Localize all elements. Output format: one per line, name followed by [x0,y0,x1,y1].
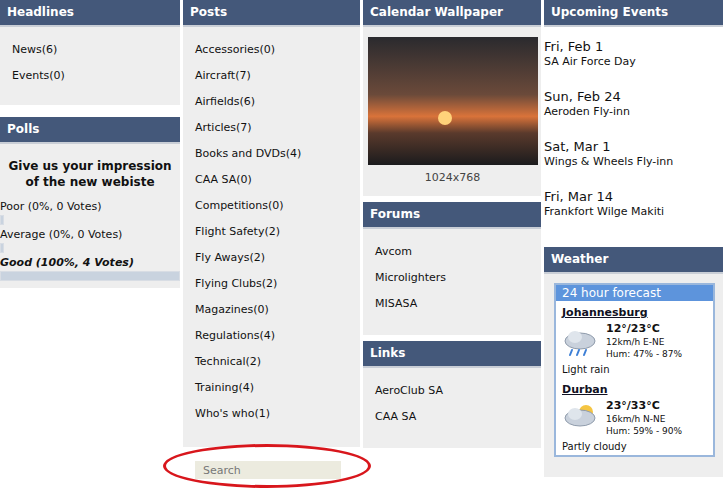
post-category-link[interactable]: Fly Aways(2) [195,245,348,271]
city-forecast: Johannesburg 12°/23°C12km/h E-NEHum: 47% … [556,301,713,378]
post-category-link[interactable]: Training(4) [195,375,348,401]
post-category-link[interactable]: Books and DVDs(4) [195,141,348,167]
event-name: Wings & Wheels Fly-inn [544,155,723,169]
forum-link[interactable]: Avcom [375,239,529,265]
event-name: SA Air Force Day [544,55,723,69]
forums-panel: AvcomMicrolightersMISASA [363,229,541,335]
post-category-link[interactable]: Aircraft(7) [195,63,348,89]
event-item[interactable]: Sat, Mar 1Wings & Wheels Fly-inn [544,127,723,177]
post-category-link[interactable]: Articles(7) [195,115,348,141]
right-column: Upcoming EventsFri, Feb 1SA Air Force Da… [544,0,723,477]
headlines-panel: News(6)Events(0) [0,27,180,105]
calendar-panel: 1024x768 [363,27,541,196]
event-date: Fri, Feb 1 [544,39,723,55]
poll-option: Average (0%, 0 Votes) [0,228,180,256]
highlight-ellipse [163,444,371,488]
city-stats: 23°/33°C16km/h N-NEHum: 59% - 90% [606,399,682,437]
poll-option: Good (100%, 4 Votes) [0,256,180,284]
poll-bar [0,243,180,253]
forecast-title: 24 hour forecast [556,285,713,301]
post-category-link[interactable]: Accessories(0) [195,37,348,63]
external-link[interactable]: CAA SA [375,404,529,430]
post-category-link[interactable]: Magazines(0) [195,297,348,323]
post-category-link[interactable]: Technical(2) [195,349,348,375]
headline-link[interactable]: Events(0) [12,63,168,89]
sun-shape [438,111,452,125]
posts-panel: Accessories(0)Aircraft(7)Airfields(6)Art… [183,27,360,447]
event-item[interactable]: Fri, Feb 1SA Air Force Day [544,27,723,77]
weather-summary: Partly cloudy [562,441,707,452]
events-panel: Fri, Feb 1SA Air Force DaySun, Feb 24Aer… [544,27,723,241]
external-link[interactable]: AeroClub SA [375,378,529,404]
weather-header: Weather [544,247,723,274]
temperature: 23°/33°C [606,399,682,413]
wallpaper-image[interactable] [368,37,538,165]
weather-panel: 24 hour forecast Johannesburg 12°/23°C12km… [544,274,723,477]
poll-bar-fill [0,243,4,253]
poll-option-label: Poor (0%, 0 Votes) [0,200,180,214]
left-column: HeadlinesNews(6)Events(0)PollsGive us yo… [0,0,180,288]
poll-bar-fill [0,215,4,225]
city-row: 12°/23°C12km/h E-NEHum: 47% - 87% [562,322,707,360]
post-category-link[interactable]: Who's who(1) [195,401,348,427]
poll-question: Give us your impression of the new webis… [6,158,174,190]
poll-bar [0,215,180,225]
city-name[interactable]: Durban [562,383,707,396]
poll-bar-fill [0,271,180,281]
headlines-header: Headlines [0,0,180,27]
humidity: Hum: 47% - 87% [606,348,682,360]
calendar-header: Calendar Wallpaper [363,0,541,27]
humidity: Hum: 59% - 90% [606,425,682,437]
wind: 12km/h E-NE [606,336,682,348]
forum-link[interactable]: Microlighters [375,265,529,291]
post-category-link[interactable]: Flying Clubs(2) [195,271,348,297]
event-name: Aeroden Fly-inn [544,105,723,119]
post-category-link[interactable]: Airfields(6) [195,89,348,115]
city-row: 23°/33°C16km/h N-NEHum: 59% - 90% [562,399,707,437]
page: HeadlinesNews(6)Events(0)PollsGive us yo… [0,0,723,493]
links-header: Links [363,341,541,368]
headline-link[interactable]: News(6) [12,37,168,63]
posts-column: PostsAccessories(0)Aircraft(7)Airfields(… [183,0,360,479]
post-category-link[interactable]: Competitions(0) [195,193,348,219]
search-input[interactable] [195,461,341,479]
wallpaper-size[interactable]: 1024x768 [368,171,537,184]
event-date: Fri, Mar 14 [544,189,723,205]
post-category-link[interactable]: Regulations(4) [195,323,348,349]
events-header: Upcoming Events [544,0,723,27]
poll-option: Poor (0%, 0 Votes) [0,200,180,228]
event-date: Sat, Mar 1 [544,139,723,155]
poll-option-label: Good (100%, 4 Votes) [0,256,180,270]
forum-link[interactable]: MISASA [375,291,529,317]
rain-cloud-icon [562,325,598,357]
weather-summary: Light rain [562,364,707,375]
middle-column: Calendar Wallpaper1024x768ForumsAvcomMic… [363,0,541,448]
event-name: Frankfort Wilge Makiti [544,205,723,219]
links-panel: AeroClub SACAA SA [363,368,541,448]
city-stats: 12°/23°C12km/h E-NEHum: 47% - 87% [606,322,682,360]
posts-header: Posts [183,0,360,27]
poll-panel: Give us your impression of the new webis… [0,144,180,288]
post-category-link[interactable]: Flight Safety(2) [195,219,348,245]
forums-header: Forums [363,202,541,229]
event-item[interactable]: Sun, Feb 24Aeroden Fly-inn [544,77,723,127]
forecast-widget: 24 hour forecast Johannesburg 12°/23°C12km… [554,283,715,457]
city-name[interactable]: Johannesburg [562,306,707,319]
polls-header: Polls [0,117,180,144]
partly-cloudy-icon [562,402,598,434]
wind: 16km/h N-NE [606,413,682,425]
city-forecast: Durban 23°/33°C16km/h N-NEHum: 59% - 90% P… [556,378,713,455]
poll-option-label: Average (0%, 0 Votes) [0,228,180,242]
event-date: Sun, Feb 24 [544,89,723,105]
event-item[interactable]: Fri, Mar 14Frankfort Wilge Makiti [544,177,723,227]
post-category-link[interactable]: CAA SA(0) [195,167,348,193]
temperature: 12°/23°C [606,322,682,336]
poll-bar [0,271,180,281]
